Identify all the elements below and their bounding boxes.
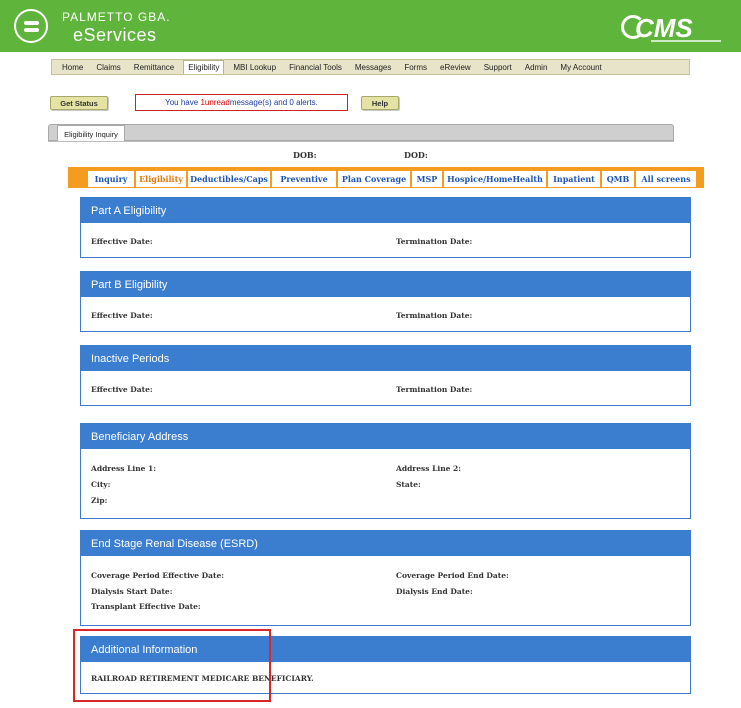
eservices-page: PALMETTO GBA. eServices CMS Home Claims … bbox=[0, 0, 741, 708]
subtab-hospice-homehealth[interactable]: Hospice/HomeHealth bbox=[444, 171, 546, 187]
zip-label: Zip: bbox=[91, 496, 108, 505]
address-line2-label: Address Line 2: bbox=[396, 464, 462, 473]
brand-name: PALMETTO GBA. bbox=[62, 10, 171, 24]
help-button[interactable]: Help bbox=[361, 96, 399, 110]
part-b-eligibility-panel: Part B Eligibility Effective Date: Termi… bbox=[80, 271, 691, 332]
subtab-preventive[interactable]: Preventive bbox=[272, 171, 336, 187]
nav-eligibility[interactable]: Eligibility bbox=[183, 60, 225, 74]
effective-date-label: Effective Date: bbox=[91, 385, 153, 394]
subtab-deductibles-caps[interactable]: Deductibles/Caps bbox=[188, 171, 270, 187]
part-a-eligibility-panel: Part A Eligibility Effective Date: Termi… bbox=[80, 197, 691, 258]
palmetto-logo-icon bbox=[14, 9, 48, 43]
app-title: eServices bbox=[73, 25, 157, 45]
nav-home[interactable]: Home bbox=[62, 63, 83, 72]
effective-date-label: Effective Date: bbox=[91, 237, 153, 246]
termination-date-label: Termination Date: bbox=[396, 237, 473, 246]
app-header: PALMETTO GBA. eServices CMS bbox=[0, 0, 741, 52]
dialysis-end-label: Dialysis End Date: bbox=[396, 587, 473, 596]
beneficiary-address-panel: Beneficiary Address Address Line 1: Addr… bbox=[80, 423, 691, 519]
dod-label: DOD: bbox=[404, 150, 428, 160]
nav-claims[interactable]: Claims bbox=[96, 63, 120, 72]
state-label: State: bbox=[396, 480, 421, 489]
panel-title: End Stage Renal Disease (ESRD) bbox=[81, 531, 690, 556]
subtab-eligibility[interactable]: Eligibility bbox=[136, 171, 186, 187]
nav-remittance[interactable]: Remittance bbox=[134, 63, 174, 72]
nav-ereview[interactable]: eReview bbox=[440, 63, 471, 72]
transplant-effective-label: Transplant Effective Date: bbox=[91, 602, 201, 611]
effective-date-label: Effective Date: bbox=[91, 311, 153, 320]
termination-date-label: Termination Date: bbox=[396, 385, 473, 394]
panel-title: Part B Eligibility bbox=[81, 272, 690, 297]
subtab-qmb[interactable]: QMB bbox=[602, 171, 634, 187]
coverage-end-label: Coverage Period End Date: bbox=[396, 571, 509, 580]
dob-label: DOB: bbox=[293, 150, 317, 160]
subtab-msp[interactable]: MSP bbox=[412, 171, 442, 187]
nav-financial-tools[interactable]: Financial Tools bbox=[289, 63, 342, 72]
main-nav: Home Claims Remittance Eligibility MBI L… bbox=[51, 59, 690, 75]
get-status-button[interactable]: Get Status bbox=[50, 96, 108, 110]
esrd-panel: End Stage Renal Disease (ESRD) Coverage … bbox=[80, 530, 691, 626]
nav-admin[interactable]: Admin bbox=[525, 63, 548, 72]
subtab-plan-coverage[interactable]: Plan Coverage bbox=[338, 171, 410, 187]
inactive-periods-panel: Inactive Periods Effective Date: Termina… bbox=[80, 345, 691, 406]
address-line1-label: Address Line 1: bbox=[91, 464, 157, 473]
subtab-inpatient[interactable]: Inpatient bbox=[548, 171, 600, 187]
subtab-all-screens[interactable]: All screens bbox=[636, 171, 696, 187]
nav-mbi-lookup[interactable]: MBI Lookup bbox=[233, 63, 276, 72]
cms-logo: CMS bbox=[621, 13, 726, 43]
termination-date-label: Termination Date: bbox=[396, 311, 473, 320]
nav-forms[interactable]: Forms bbox=[404, 63, 427, 72]
dialysis-start-label: Dialysis Start Date: bbox=[91, 587, 173, 596]
nav-my-account[interactable]: My Account bbox=[560, 63, 601, 72]
panel-title: Part A Eligibility bbox=[81, 198, 690, 223]
message-alert-box[interactable]: You have 1 unread message(s) and 0 alert… bbox=[135, 94, 348, 111]
nav-messages[interactable]: Messages bbox=[355, 63, 391, 72]
city-label: City: bbox=[91, 480, 111, 489]
page-tab-strip bbox=[48, 124, 674, 141]
nav-support[interactable]: Support bbox=[484, 63, 512, 72]
tab-eligibility-inquiry[interactable]: Eligibility Inquiry bbox=[57, 125, 125, 142]
subtab-inquiry[interactable]: Inquiry bbox=[88, 171, 134, 187]
panel-title: Inactive Periods bbox=[81, 346, 690, 371]
panel-title: Beneficiary Address bbox=[81, 424, 690, 449]
coverage-effective-label: Coverage Period Effective Date: bbox=[91, 571, 225, 580]
highlight-box bbox=[73, 629, 271, 702]
